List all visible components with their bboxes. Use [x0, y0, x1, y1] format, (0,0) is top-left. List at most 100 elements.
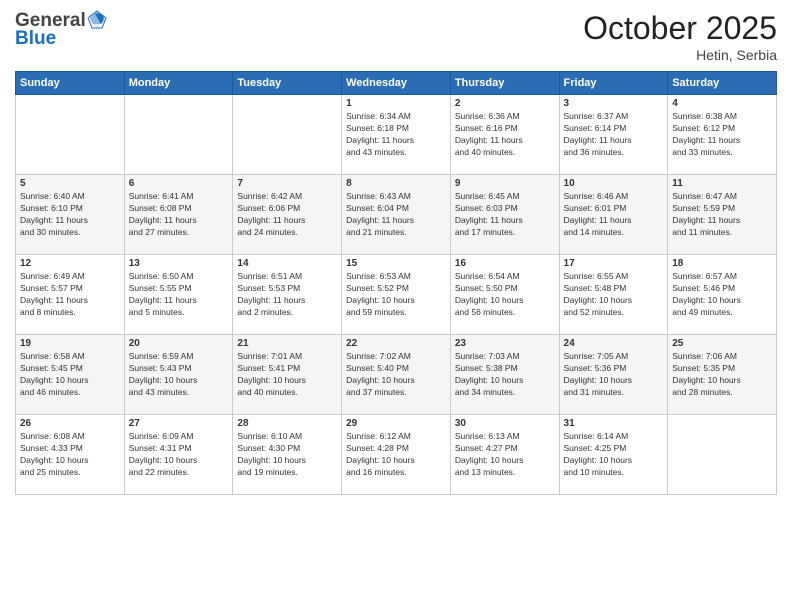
day-content: Sunrise: 7:05 AM Sunset: 5:36 PM Dayligh…	[564, 351, 664, 399]
day-content: Sunrise: 6:14 AM Sunset: 4:25 PM Dayligh…	[564, 431, 664, 479]
weekday-friday: Friday	[559, 72, 668, 95]
calendar-cell: 7 Sunrise: 6:42 AM Sunset: 6:06 PM Daylig…	[233, 175, 342, 255]
day-content: Sunrise: 6:43 AM Sunset: 6:04 PM Dayligh…	[346, 191, 446, 239]
day-content: Sunrise: 6:34 AM Sunset: 6:18 PM Dayligh…	[346, 111, 446, 159]
calendar-cell: 27Sunrise: 6:09 AM Sunset: 4:31 PM Dayli…	[124, 415, 233, 495]
day-content: Sunrise: 6:42 AM Sunset: 6:06 PM Dayligh…	[237, 191, 337, 239]
day-number: 5	[20, 178, 120, 189]
calendar-cell: 25 Sunrise: 7:06 AM Sunset: 5:35 PM Dayli…	[668, 335, 777, 415]
calendar-table: SundayMondayTuesdayWednesdayThursdayFrid…	[15, 71, 777, 495]
day-content: Sunrise: 6:09 AM Sunset: 4:31 PM Dayligh…	[129, 431, 229, 479]
calendar-cell: 19Sunrise: 6:58 AM Sunset: 5:45 PM Dayli…	[16, 335, 125, 415]
week-row-5: 26Sunrise: 6:08 AM Sunset: 4:33 PM Dayli…	[16, 415, 777, 495]
day-content: Sunrise: 6:54 AM Sunset: 5:50 PM Dayligh…	[455, 271, 555, 319]
day-content: Sunrise: 6:41 AM Sunset: 6:08 PM Dayligh…	[129, 191, 229, 239]
day-number: 4	[672, 98, 772, 109]
week-row-1: 1 Sunrise: 6:34 AM Sunset: 6:18 PM Daylig…	[16, 95, 777, 175]
day-number: 30	[455, 418, 555, 429]
day-number: 22	[346, 338, 446, 349]
calendar-cell: 14 Sunrise: 6:51 AM Sunset: 5:53 PM Dayli…	[233, 255, 342, 335]
day-number: 8	[346, 178, 446, 189]
calendar-cell	[233, 95, 342, 175]
day-content: Sunrise: 6:47 AM Sunset: 5:59 PM Dayligh…	[672, 191, 772, 239]
day-number: 20	[129, 338, 229, 349]
calendar-cell: 6 Sunrise: 6:41 AM Sunset: 6:08 PM Daylig…	[124, 175, 233, 255]
calendar-cell: 9 Sunrise: 6:45 AM Sunset: 6:03 PM Daylig…	[450, 175, 559, 255]
weekday-sunday: Sunday	[16, 72, 125, 95]
day-number: 21	[237, 338, 337, 349]
calendar-cell: 4 Sunrise: 6:38 AM Sunset: 6:12 PM Daylig…	[668, 95, 777, 175]
day-content: Sunrise: 6:45 AM Sunset: 6:03 PM Dayligh…	[455, 191, 555, 239]
day-number: 25	[672, 338, 772, 349]
day-content: Sunrise: 6:53 AM Sunset: 5:52 PM Dayligh…	[346, 271, 446, 319]
calendar-cell: 23 Sunrise: 7:03 AM Sunset: 5:38 PM Dayli…	[450, 335, 559, 415]
weekday-thursday: Thursday	[450, 72, 559, 95]
calendar-cell	[16, 95, 125, 175]
week-row-4: 19Sunrise: 6:58 AM Sunset: 5:45 PM Dayli…	[16, 335, 777, 415]
day-number: 19	[20, 338, 120, 349]
day-content: Sunrise: 6:12 AM Sunset: 4:28 PM Dayligh…	[346, 431, 446, 479]
day-content: Sunrise: 7:06 AM Sunset: 5:35 PM Dayligh…	[672, 351, 772, 399]
calendar-cell: 24 Sunrise: 7:05 AM Sunset: 5:36 PM Dayli…	[559, 335, 668, 415]
day-number: 24	[564, 338, 664, 349]
calendar-cell: 22 Sunrise: 7:02 AM Sunset: 5:40 PM Dayli…	[342, 335, 451, 415]
day-content: Sunrise: 6:13 AM Sunset: 4:27 PM Dayligh…	[455, 431, 555, 479]
day-content: Sunrise: 7:02 AM Sunset: 5:40 PM Dayligh…	[346, 351, 446, 399]
location: Hetin, Serbia	[583, 47, 777, 63]
day-content: Sunrise: 6:46 AM Sunset: 6:01 PM Dayligh…	[564, 191, 664, 239]
day-content: Sunrise: 6:36 AM Sunset: 6:16 PM Dayligh…	[455, 111, 555, 159]
day-content: Sunrise: 7:03 AM Sunset: 5:38 PM Dayligh…	[455, 351, 555, 399]
day-number: 2	[455, 98, 555, 109]
day-number: 15	[346, 258, 446, 269]
week-row-3: 12Sunrise: 6:49 AM Sunset: 5:57 PM Dayli…	[16, 255, 777, 335]
day-number: 10	[564, 178, 664, 189]
weekday-wednesday: Wednesday	[342, 72, 451, 95]
day-number: 12	[20, 258, 120, 269]
day-number: 1	[346, 98, 446, 109]
day-content: Sunrise: 6:51 AM Sunset: 5:53 PM Dayligh…	[237, 271, 337, 319]
calendar-cell	[668, 415, 777, 495]
calendar-cell: 15 Sunrise: 6:53 AM Sunset: 5:52 PM Dayli…	[342, 255, 451, 335]
day-number: 14	[237, 258, 337, 269]
calendar-cell: 16 Sunrise: 6:54 AM Sunset: 5:50 PM Dayli…	[450, 255, 559, 335]
day-content: Sunrise: 6:55 AM Sunset: 5:48 PM Dayligh…	[564, 271, 664, 319]
weekday-header-row: SundayMondayTuesdayWednesdayThursdayFrid…	[16, 72, 777, 95]
calendar-cell: 1 Sunrise: 6:34 AM Sunset: 6:18 PM Daylig…	[342, 95, 451, 175]
day-number: 29	[346, 418, 446, 429]
calendar-cell: 3Sunrise: 6:37 AM Sunset: 6:14 PM Daylig…	[559, 95, 668, 175]
week-row-2: 5 Sunrise: 6:40 AM Sunset: 6:10 PM Daylig…	[16, 175, 777, 255]
logo: General Blue	[15, 10, 107, 50]
title-block: October 2025 Hetin, Serbia	[583, 10, 777, 63]
calendar-cell: 10 Sunrise: 6:46 AM Sunset: 6:01 PM Dayli…	[559, 175, 668, 255]
day-content: Sunrise: 6:37 AM Sunset: 6:14 PM Dayligh…	[564, 111, 664, 159]
day-content: Sunrise: 6:57 AM Sunset: 5:46 PM Dayligh…	[672, 271, 772, 319]
day-number: 23	[455, 338, 555, 349]
calendar-cell: 29 Sunrise: 6:12 AM Sunset: 4:28 PM Dayli…	[342, 415, 451, 495]
calendar-cell: 2 Sunrise: 6:36 AM Sunset: 6:16 PM Daylig…	[450, 95, 559, 175]
day-content: Sunrise: 6:40 AM Sunset: 6:10 PM Dayligh…	[20, 191, 120, 239]
day-number: 16	[455, 258, 555, 269]
day-number: 18	[672, 258, 772, 269]
day-number: 11	[672, 178, 772, 189]
weekday-saturday: Saturday	[668, 72, 777, 95]
calendar-cell: 30 Sunrise: 6:13 AM Sunset: 4:27 PM Dayli…	[450, 415, 559, 495]
weekday-monday: Monday	[124, 72, 233, 95]
calendar-cell	[124, 95, 233, 175]
day-number: 6	[129, 178, 229, 189]
month-title: October 2025	[583, 10, 777, 47]
day-content: Sunrise: 7:01 AM Sunset: 5:41 PM Dayligh…	[237, 351, 337, 399]
day-number: 7	[237, 178, 337, 189]
day-content: Sunrise: 6:08 AM Sunset: 4:33 PM Dayligh…	[20, 431, 120, 479]
calendar-cell: 28 Sunrise: 6:10 AM Sunset: 4:30 PM Dayli…	[233, 415, 342, 495]
calendar-cell: 31Sunrise: 6:14 AM Sunset: 4:25 PM Dayli…	[559, 415, 668, 495]
day-number: 9	[455, 178, 555, 189]
day-content: Sunrise: 6:10 AM Sunset: 4:30 PM Dayligh…	[237, 431, 337, 479]
day-content: Sunrise: 6:50 AM Sunset: 5:55 PM Dayligh…	[129, 271, 229, 319]
day-content: Sunrise: 6:38 AM Sunset: 6:12 PM Dayligh…	[672, 111, 772, 159]
day-number: 17	[564, 258, 664, 269]
day-number: 28	[237, 418, 337, 429]
day-content: Sunrise: 6:59 AM Sunset: 5:43 PM Dayligh…	[129, 351, 229, 399]
weekday-tuesday: Tuesday	[233, 72, 342, 95]
day-number: 13	[129, 258, 229, 269]
calendar-cell: 18 Sunrise: 6:57 AM Sunset: 5:46 PM Dayli…	[668, 255, 777, 335]
